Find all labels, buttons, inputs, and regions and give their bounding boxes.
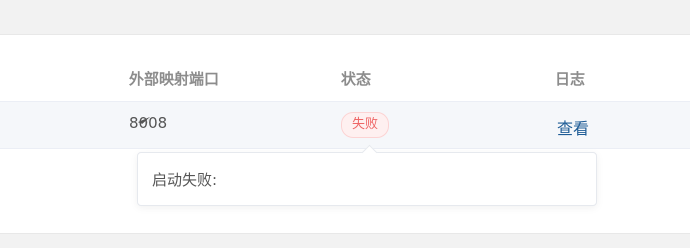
table-header: 外部映射端口 状态 日志: [0, 55, 690, 102]
header-status: 状态: [341, 70, 372, 88]
table-row: 8008 失败 查看: [0, 102, 690, 149]
view-log-link[interactable]: 查看: [557, 115, 589, 139]
status-badge[interactable]: 失败: [341, 112, 390, 138]
tooltip-text: 启动失败:: [152, 171, 218, 189]
error-tooltip: 启动失败:: [137, 152, 597, 206]
port-value: 8008: [129, 114, 168, 132]
header-port: 外部映射端口: [129, 70, 220, 88]
header-log: 日志: [555, 70, 586, 88]
port-cell: 8008: [129, 114, 167, 132]
